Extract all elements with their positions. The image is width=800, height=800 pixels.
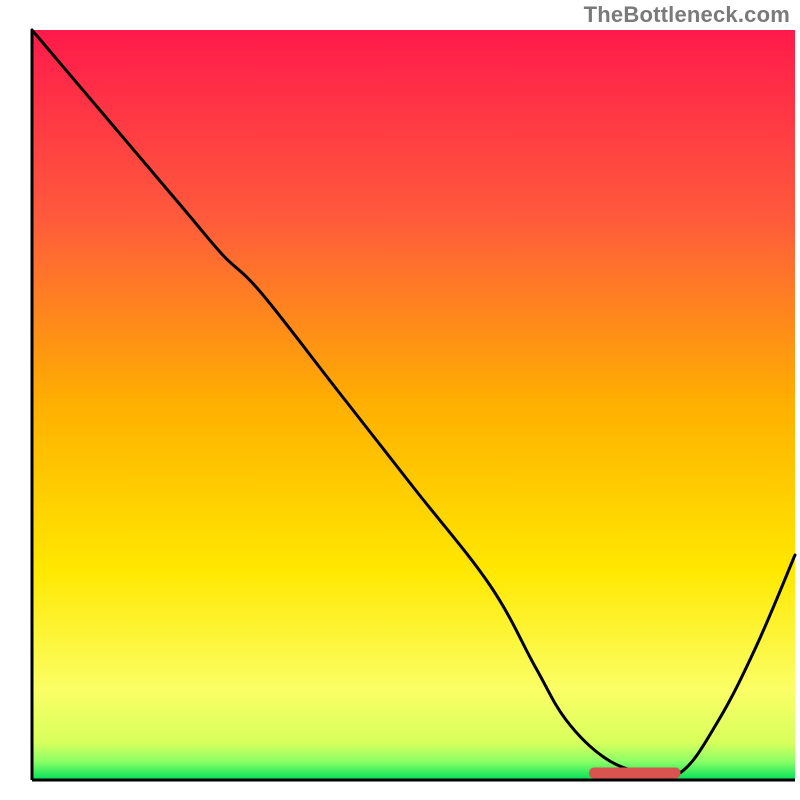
- plot-background: [32, 30, 795, 780]
- bottleneck-chart: [0, 0, 800, 800]
- optimal-range-marker: [589, 768, 681, 779]
- watermark-text: TheBottleneck.com: [584, 2, 790, 28]
